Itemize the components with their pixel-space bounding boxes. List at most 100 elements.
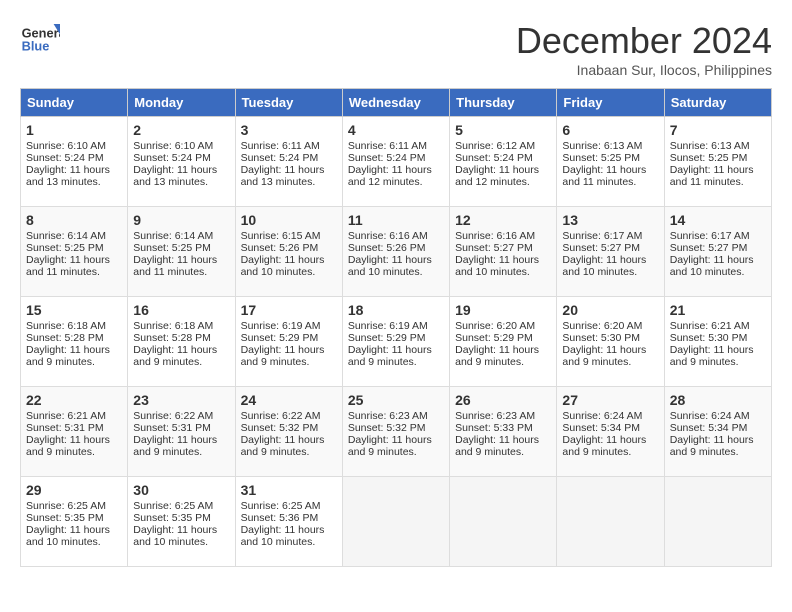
calendar-cell: 2 Sunrise: 6:10 AM Sunset: 5:24 PM Dayli… <box>128 117 235 207</box>
sunset-label: Sunset: 5:33 PM <box>455 422 533 434</box>
day-number: 15 <box>26 302 122 318</box>
sunrise-label: Sunrise: 6:25 AM <box>241 500 321 512</box>
calendar-header-row: Sunday Monday Tuesday Wednesday Thursday… <box>21 89 772 117</box>
sunset-label: Sunset: 5:30 PM <box>670 332 748 344</box>
calendar-cell: 26 Sunrise: 6:23 AM Sunset: 5:33 PM Dayl… <box>450 387 557 477</box>
sunset-label: Sunset: 5:30 PM <box>562 332 640 344</box>
sunrise-label: Sunrise: 6:18 AM <box>133 320 213 332</box>
calendar-cell: 27 Sunrise: 6:24 AM Sunset: 5:34 PM Dayl… <box>557 387 664 477</box>
daylight-label: Daylight: 11 hours and 9 minutes. <box>133 434 217 458</box>
sunrise-label: Sunrise: 6:19 AM <box>348 320 428 332</box>
sunset-label: Sunset: 5:27 PM <box>670 242 748 254</box>
sunset-label: Sunset: 5:32 PM <box>348 422 426 434</box>
daylight-label: Daylight: 11 hours and 9 minutes. <box>348 344 432 368</box>
day-number: 22 <box>26 392 122 408</box>
daylight-label: Daylight: 11 hours and 10 minutes. <box>562 254 646 278</box>
daylight-label: Daylight: 11 hours and 10 minutes. <box>241 524 325 548</box>
calendar-cell <box>342 477 449 567</box>
day-number: 21 <box>670 302 766 318</box>
sunset-label: Sunset: 5:28 PM <box>26 332 104 344</box>
calendar-cell <box>450 477 557 567</box>
calendar-cell: 12 Sunrise: 6:16 AM Sunset: 5:27 PM Dayl… <box>450 207 557 297</box>
daylight-label: Daylight: 11 hours and 9 minutes. <box>670 434 754 458</box>
day-number: 10 <box>241 212 337 228</box>
calendar-cell: 11 Sunrise: 6:16 AM Sunset: 5:26 PM Dayl… <box>342 207 449 297</box>
daylight-label: Daylight: 11 hours and 10 minutes. <box>455 254 539 278</box>
daylight-label: Daylight: 11 hours and 9 minutes. <box>348 434 432 458</box>
sunset-label: Sunset: 5:28 PM <box>133 332 211 344</box>
sunset-label: Sunset: 5:25 PM <box>670 152 748 164</box>
sunset-label: Sunset: 5:35 PM <box>26 512 104 524</box>
sunrise-label: Sunrise: 6:24 AM <box>562 410 642 422</box>
day-number: 31 <box>241 482 337 498</box>
sunset-label: Sunset: 5:25 PM <box>562 152 640 164</box>
daylight-label: Daylight: 11 hours and 9 minutes. <box>241 344 325 368</box>
col-tuesday: Tuesday <box>235 89 342 117</box>
sunset-label: Sunset: 5:26 PM <box>348 242 426 254</box>
col-wednesday: Wednesday <box>342 89 449 117</box>
sunrise-label: Sunrise: 6:22 AM <box>241 410 321 422</box>
calendar-cell: 21 Sunrise: 6:21 AM Sunset: 5:30 PM Dayl… <box>664 297 771 387</box>
sunrise-label: Sunrise: 6:25 AM <box>26 500 106 512</box>
daylight-label: Daylight: 11 hours and 12 minutes. <box>348 164 432 188</box>
day-number: 5 <box>455 122 551 138</box>
daylight-label: Daylight: 11 hours and 12 minutes. <box>455 164 539 188</box>
day-number: 24 <box>241 392 337 408</box>
daylight-label: Daylight: 11 hours and 9 minutes. <box>26 434 110 458</box>
day-number: 6 <box>562 122 658 138</box>
sunrise-label: Sunrise: 6:23 AM <box>348 410 428 422</box>
daylight-label: Daylight: 11 hours and 9 minutes. <box>133 344 217 368</box>
sunrise-label: Sunrise: 6:11 AM <box>348 140 427 152</box>
daylight-label: Daylight: 11 hours and 11 minutes. <box>133 254 217 278</box>
calendar-cell: 13 Sunrise: 6:17 AM Sunset: 5:27 PM Dayl… <box>557 207 664 297</box>
calendar-cell: 14 Sunrise: 6:17 AM Sunset: 5:27 PM Dayl… <box>664 207 771 297</box>
day-number: 20 <box>562 302 658 318</box>
sunset-label: Sunset: 5:24 PM <box>133 152 211 164</box>
calendar-cell <box>664 477 771 567</box>
calendar-cell: 5 Sunrise: 6:12 AM Sunset: 5:24 PM Dayli… <box>450 117 557 207</box>
sunrise-label: Sunrise: 6:19 AM <box>241 320 321 332</box>
calendar-cell: 22 Sunrise: 6:21 AM Sunset: 5:31 PM Dayl… <box>21 387 128 477</box>
sunrise-label: Sunrise: 6:17 AM <box>562 230 642 242</box>
page-header: General Blue December 2024 Inabaan Sur, … <box>20 20 772 78</box>
sunrise-label: Sunrise: 6:22 AM <box>133 410 213 422</box>
sunset-label: Sunset: 5:24 PM <box>348 152 426 164</box>
calendar-cell: 19 Sunrise: 6:20 AM Sunset: 5:29 PM Dayl… <box>450 297 557 387</box>
calendar-cell: 18 Sunrise: 6:19 AM Sunset: 5:29 PM Dayl… <box>342 297 449 387</box>
sunrise-label: Sunrise: 6:13 AM <box>670 140 750 152</box>
sunrise-label: Sunrise: 6:14 AM <box>26 230 106 242</box>
sunrise-label: Sunrise: 6:16 AM <box>455 230 535 242</box>
day-number: 19 <box>455 302 551 318</box>
day-number: 25 <box>348 392 444 408</box>
sunset-label: Sunset: 5:36 PM <box>241 512 319 524</box>
calendar-cell: 29 Sunrise: 6:25 AM Sunset: 5:35 PM Dayl… <box>21 477 128 567</box>
col-saturday: Saturday <box>664 89 771 117</box>
day-number: 2 <box>133 122 229 138</box>
daylight-label: Daylight: 11 hours and 9 minutes. <box>455 344 539 368</box>
sunrise-label: Sunrise: 6:21 AM <box>670 320 750 332</box>
day-number: 8 <box>26 212 122 228</box>
sunset-label: Sunset: 5:29 PM <box>241 332 319 344</box>
sunrise-label: Sunrise: 6:16 AM <box>348 230 428 242</box>
day-number: 11 <box>348 212 444 228</box>
calendar-cell: 6 Sunrise: 6:13 AM Sunset: 5:25 PM Dayli… <box>557 117 664 207</box>
sunset-label: Sunset: 5:24 PM <box>455 152 533 164</box>
day-number: 14 <box>670 212 766 228</box>
day-number: 16 <box>133 302 229 318</box>
logo-icon: General Blue <box>20 20 60 60</box>
sunrise-label: Sunrise: 6:24 AM <box>670 410 750 422</box>
daylight-label: Daylight: 11 hours and 13 minutes. <box>133 164 217 188</box>
sunrise-label: Sunrise: 6:18 AM <box>26 320 106 332</box>
day-number: 12 <box>455 212 551 228</box>
calendar-week-row: 29 Sunrise: 6:25 AM Sunset: 5:35 PM Dayl… <box>21 477 772 567</box>
day-number: 28 <box>670 392 766 408</box>
sunrise-label: Sunrise: 6:17 AM <box>670 230 750 242</box>
day-number: 3 <box>241 122 337 138</box>
day-number: 27 <box>562 392 658 408</box>
daylight-label: Daylight: 11 hours and 11 minutes. <box>562 164 646 188</box>
daylight-label: Daylight: 11 hours and 11 minutes. <box>670 164 754 188</box>
logo: General Blue <box>20 20 60 60</box>
calendar-cell: 23 Sunrise: 6:22 AM Sunset: 5:31 PM Dayl… <box>128 387 235 477</box>
day-number: 30 <box>133 482 229 498</box>
location: Inabaan Sur, Ilocos, Philippines <box>516 62 772 78</box>
